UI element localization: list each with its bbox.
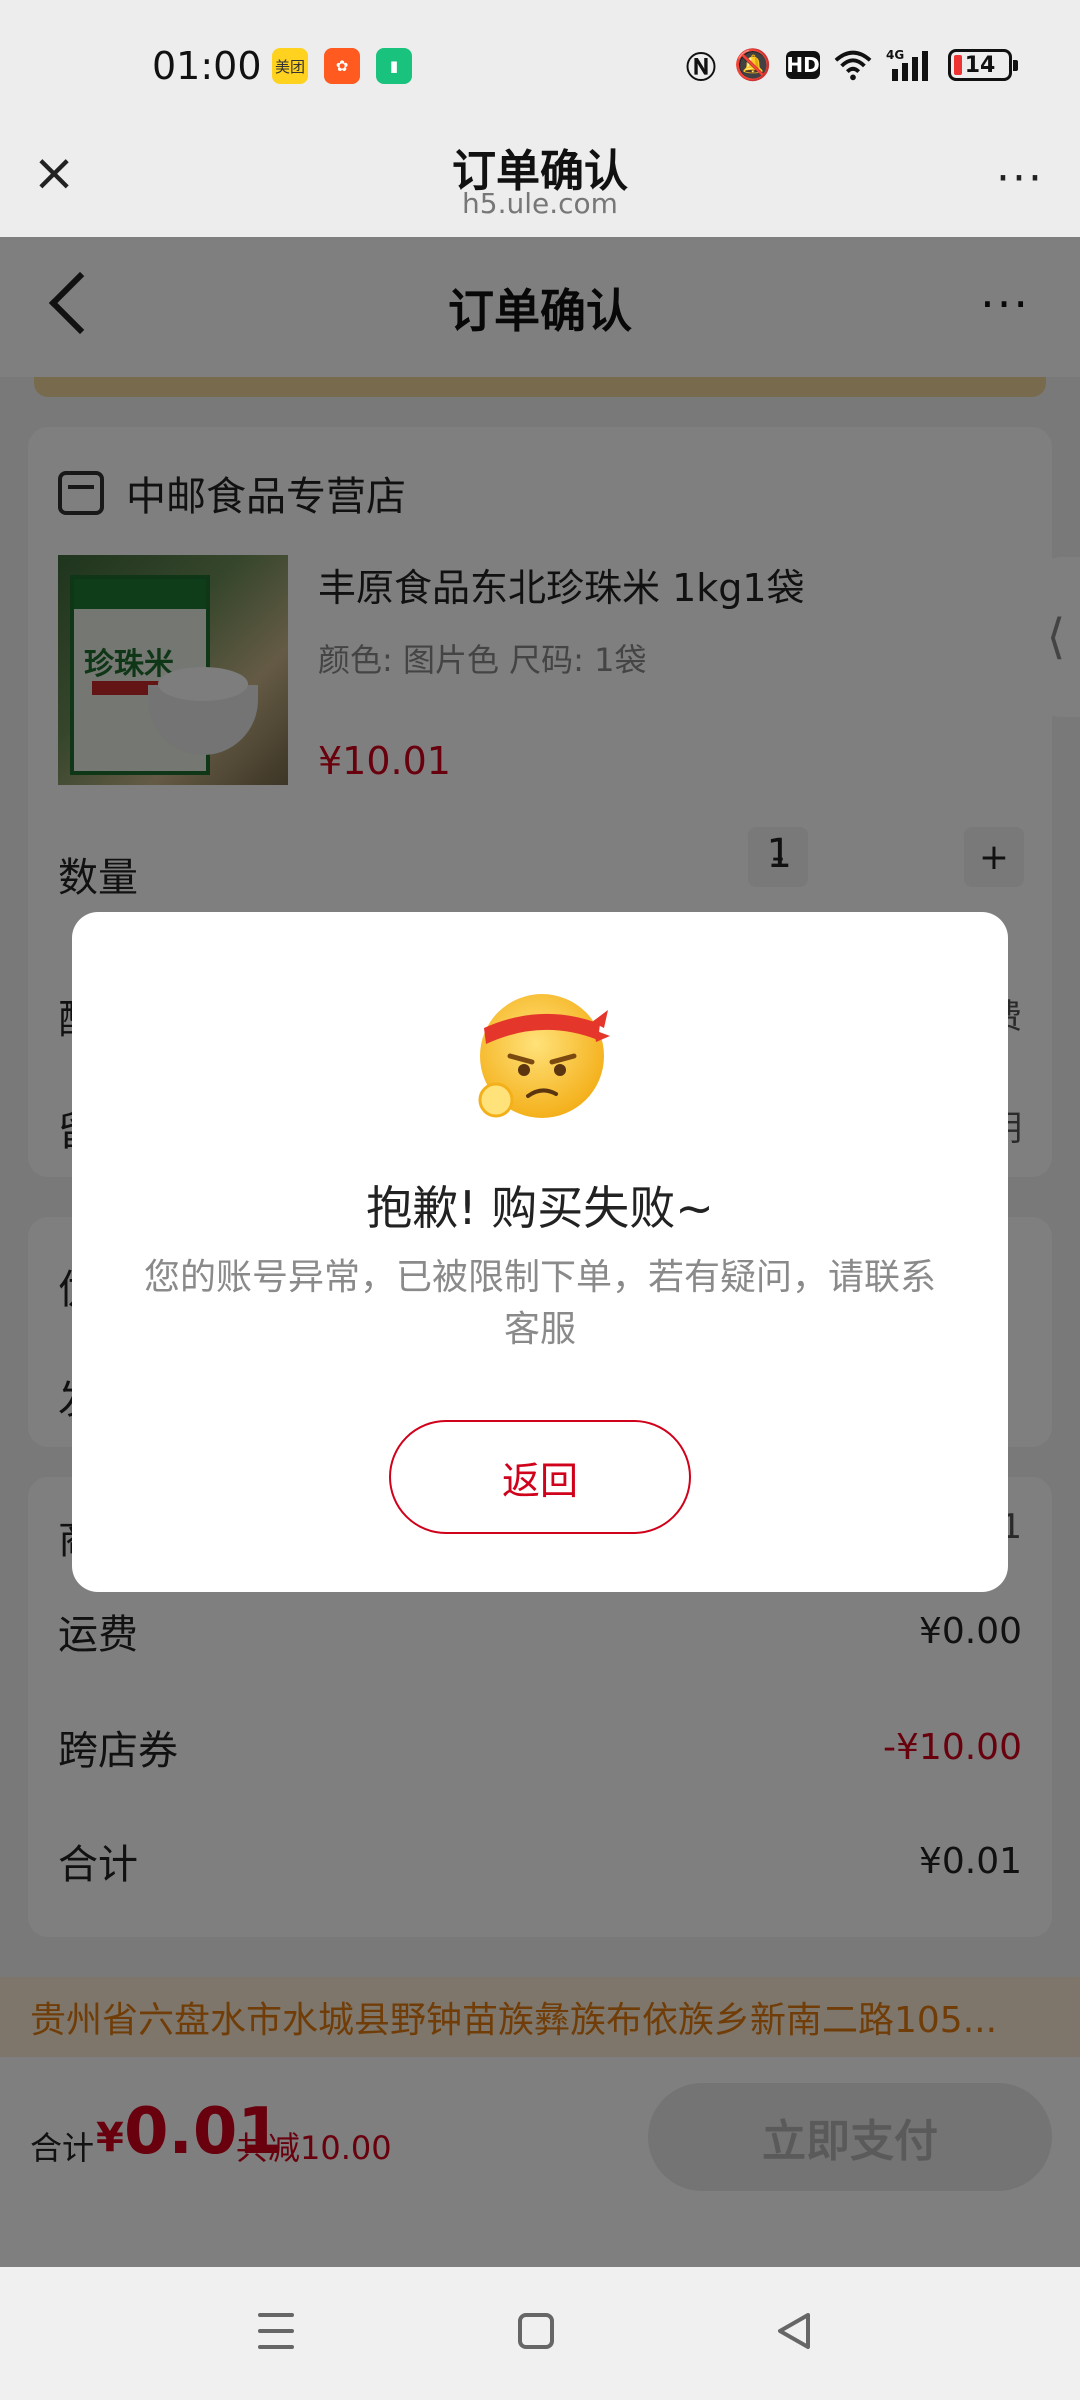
browser-url: h5.ule.com (462, 187, 618, 220)
system-nav-bar (0, 2267, 1080, 2400)
browser-header: × 订单确认 h5.ule.com ··· (0, 135, 1080, 237)
back-icon[interactable] (774, 2311, 814, 2351)
status-time: 01:00 (152, 44, 262, 88)
mute-icon: 🔕 (734, 47, 772, 83)
kuaishou-app-icon: ✿ (324, 48, 360, 84)
home-icon[interactable] (518, 2313, 554, 2349)
svg-text:4G: 4G (886, 48, 904, 62)
return-button[interactable]: 返回 (389, 1420, 691, 1534)
purchase-failed-dialog: 抱歉! 购买失败~ 您的账号异常，已被限制下单，若有疑问，请联系客服 返回 (72, 912, 1008, 1592)
meituan-app-icon: 美团 (272, 48, 308, 84)
dialog-title: 抱歉! 购买失败~ (366, 1181, 714, 1235)
dialog-message: 您的账号异常，已被限制下单，若有疑问，请联系客服 (143, 1257, 936, 1350)
more-icon[interactable]: ··· (996, 153, 1044, 204)
battery-indicator: 14 (948, 49, 1018, 81)
nfc-icon: Ⓝ (686, 51, 716, 86)
angry-emoji-icon (470, 984, 610, 1124)
recent-apps-icon[interactable] (258, 2313, 294, 2349)
status-bar: 01:00 美团 ✿ ▮ Ⓝ 🔕 HD 4G 14 (0, 0, 1080, 135)
signal-4g-icon: 4G (886, 46, 934, 84)
battery-app-icon: ▮ (376, 48, 412, 84)
wifi-icon (834, 46, 872, 84)
hd-icon: HD (786, 51, 820, 79)
status-icons: Ⓝ 🔕 HD 4G 14 (682, 46, 1018, 86)
